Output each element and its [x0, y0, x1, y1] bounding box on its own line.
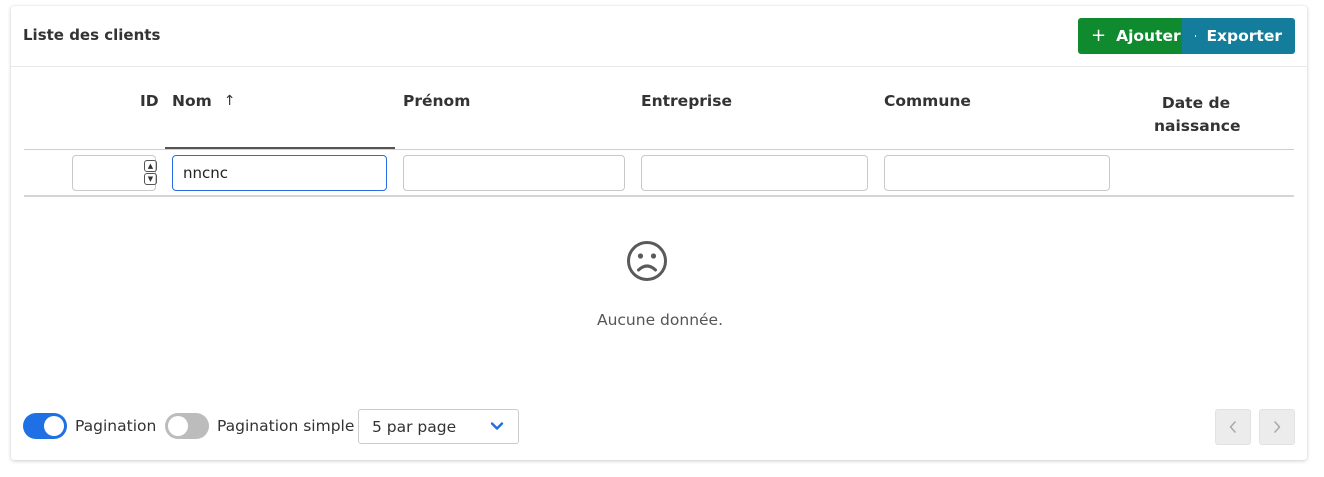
clients-card: Liste des clients + Ajouter Exporter ID …	[11, 6, 1307, 460]
column-header-nom-label: Nom	[172, 92, 212, 110]
per-page-value: 5 par page	[372, 417, 457, 436]
pagination-label: Pagination	[75, 417, 157, 435]
filter-nom-input[interactable]	[172, 155, 387, 191]
header-actions: + Ajouter Exporter	[1078, 18, 1295, 54]
simple-pagination-toggle[interactable]	[165, 413, 209, 439]
filter-commune-input[interactable]	[884, 155, 1110, 191]
filter-entreprise-input[interactable]	[641, 155, 868, 191]
export-button[interactable]: Exporter	[1182, 18, 1295, 54]
add-button[interactable]: + Ajouter	[1078, 18, 1182, 54]
filter-prenom-input[interactable]	[403, 155, 625, 191]
stepper-up-icon[interactable]: ▲	[144, 160, 157, 172]
column-header-date-naissance[interactable]: Date de naissance	[1154, 92, 1240, 138]
column-header-prenom[interactable]: Prénom	[403, 92, 470, 110]
filter-divider	[24, 195, 1294, 197]
id-stepper[interactable]: ▲ ▼	[144, 160, 157, 186]
sort-ascending-icon: ↑	[223, 93, 236, 109]
plus-icon: +	[1091, 25, 1107, 46]
toggle-knob	[44, 416, 64, 436]
column-header-id[interactable]: ID	[140, 92, 159, 110]
next-page-button[interactable]	[1259, 409, 1295, 445]
chevron-left-icon	[1229, 421, 1236, 433]
column-header-commune[interactable]: Commune	[884, 92, 971, 110]
page-title: Liste des clients	[23, 26, 161, 44]
card-header: Liste des clients + Ajouter Exporter	[11, 6, 1307, 67]
simple-pagination-label: Pagination simple	[217, 417, 355, 435]
file-icon	[1195, 35, 1197, 37]
sad-face-icon	[627, 241, 667, 281]
pagination-toggle[interactable]	[23, 413, 67, 439]
toggle-knob	[168, 416, 188, 436]
per-page-select[interactable]: 5 par page	[358, 409, 519, 444]
empty-message: Aucune donnée.	[596, 311, 724, 329]
chevron-down-icon	[490, 422, 504, 430]
export-button-label: Exporter	[1206, 27, 1282, 45]
column-header-entreprise[interactable]: Entreprise	[641, 92, 732, 110]
column-header-nom[interactable]: Nom ↑	[172, 92, 236, 110]
previous-page-button[interactable]	[1215, 409, 1251, 445]
stepper-down-icon[interactable]: ▼	[144, 173, 157, 185]
chevron-right-icon	[1274, 421, 1281, 433]
add-button-label: Ajouter	[1116, 27, 1181, 45]
header-divider	[24, 149, 1294, 150]
